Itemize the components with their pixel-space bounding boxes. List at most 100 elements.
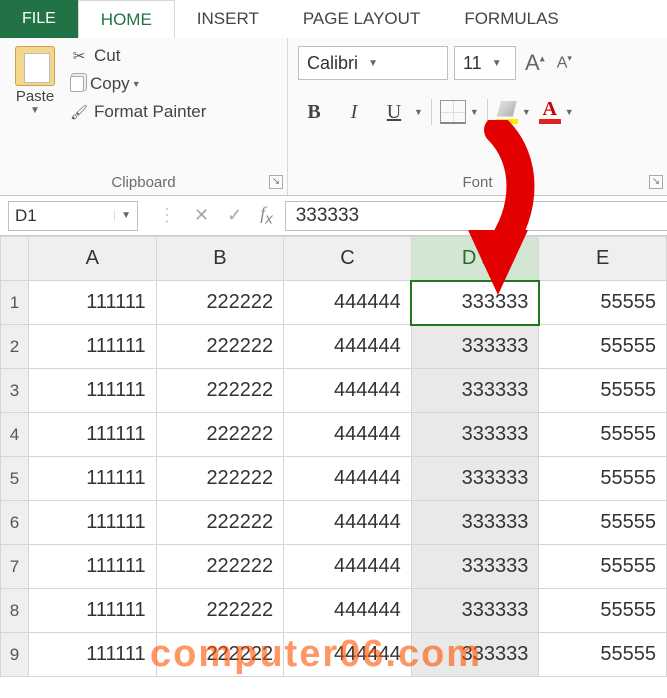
tab-file[interactable]: FILE — [0, 0, 78, 38]
tab-page-layout[interactable]: PAGE LAYOUT — [281, 0, 442, 38]
row-header[interactable]: 3 — [1, 369, 29, 413]
dialog-launcher-icon[interactable]: ↘ — [649, 175, 663, 189]
cell[interactable]: 333333 — [411, 457, 539, 501]
cell[interactable]: 55555 — [539, 457, 667, 501]
cell[interactable]: 222222 — [156, 633, 284, 677]
dialog-launcher-icon[interactable]: ↘ — [269, 175, 283, 189]
chevron-down-icon[interactable]: ▼ — [414, 107, 423, 117]
chevron-down-icon[interactable]: ▼ — [132, 79, 141, 89]
cell[interactable]: 444444 — [284, 457, 412, 501]
tab-insert[interactable]: INSERT — [175, 0, 281, 38]
cell[interactable]: 444444 — [284, 589, 412, 633]
row-header[interactable]: 6 — [1, 501, 29, 545]
cancel-formula-button[interactable]: ✕ — [194, 205, 209, 226]
cell[interactable]: 333333 — [411, 413, 539, 457]
cell[interactable]: 222222 — [156, 589, 284, 633]
formula-bar[interactable]: 333333 — [285, 201, 667, 231]
cell[interactable]: 444444 — [284, 545, 412, 589]
borders-button[interactable] — [440, 100, 466, 124]
font-name-combo[interactable]: Calibri ▼ — [298, 46, 448, 80]
format-painter-button[interactable]: Format Painter — [70, 102, 206, 122]
cell[interactable]: 111111 — [29, 501, 157, 545]
cell[interactable]: 333333 — [411, 369, 539, 413]
chevron-down-icon[interactable]: ▼ — [522, 107, 531, 117]
bucket-icon — [497, 101, 517, 117]
cell[interactable]: 222222 — [156, 545, 284, 589]
font-color-button[interactable]: A — [539, 101, 561, 124]
increase-font-button[interactable]: A▴ — [522, 48, 548, 78]
cell[interactable]: 333333 — [411, 545, 539, 589]
cell[interactable]: 444444 — [284, 281, 412, 325]
cell[interactable]: 55555 — [539, 413, 667, 457]
cut-button[interactable]: Cut — [70, 46, 206, 66]
select-all-corner[interactable] — [1, 237, 29, 281]
chevron-down-icon[interactable]: ▼ — [490, 58, 504, 69]
cell[interactable]: 111111 — [29, 369, 157, 413]
cell[interactable]: 333333 — [411, 325, 539, 369]
copy-button[interactable]: Copy ▼ — [70, 74, 206, 94]
cell[interactable]: 55555 — [539, 369, 667, 413]
row-header[interactable]: 7 — [1, 545, 29, 589]
cell[interactable]: 444444 — [284, 325, 412, 369]
cell[interactable]: 55555 — [539, 589, 667, 633]
cell[interactable]: 55555 — [539, 501, 667, 545]
row-header[interactable]: 2 — [1, 325, 29, 369]
name-box[interactable]: D1 ▼ — [8, 201, 138, 231]
cell[interactable]: 111111 — [29, 413, 157, 457]
column-header-b[interactable]: B — [156, 237, 284, 281]
cell[interactable]: 333333 — [411, 501, 539, 545]
cell[interactable]: 111111 — [29, 325, 157, 369]
cell[interactable]: 222222 — [156, 457, 284, 501]
row-header[interactable]: 9 — [1, 633, 29, 677]
row-header[interactable]: 8 — [1, 589, 29, 633]
chevron-down-icon[interactable]: ▼ — [114, 210, 131, 221]
column-header-d[interactable]: D↓ — [411, 237, 539, 281]
decrease-font-button[interactable]: A▾ — [554, 51, 575, 74]
underline-button[interactable]: U — [378, 98, 410, 126]
row-header[interactable]: 4 — [1, 413, 29, 457]
cell[interactable]: 111111 — [29, 589, 157, 633]
cell[interactable]: 111111 — [29, 545, 157, 589]
cell[interactable]: 55555 — [539, 545, 667, 589]
column-header-e[interactable]: E — [539, 237, 667, 281]
cell[interactable]: 444444 — [284, 501, 412, 545]
chevron-down-icon[interactable]: ▼ — [10, 105, 60, 116]
row-header[interactable]: 5 — [1, 457, 29, 501]
spreadsheet-grid[interactable]: A B C D↓ E 11111112222224444443333335555… — [0, 236, 667, 677]
chevron-down-icon[interactable]: ▼ — [565, 107, 574, 117]
tab-formulas[interactable]: FORMULAS — [442, 0, 580, 38]
table-row: 111111122222244444433333355555 — [1, 281, 667, 325]
cell[interactable]: 222222 — [156, 325, 284, 369]
cell[interactable]: 222222 — [156, 413, 284, 457]
cell[interactable]: 111111 — [29, 633, 157, 677]
insert-function-button[interactable]: fx — [260, 203, 273, 228]
cell[interactable]: 444444 — [284, 413, 412, 457]
paste-button[interactable]: Paste ▼ — [10, 46, 60, 122]
cell[interactable]: 444444 — [284, 633, 412, 677]
row-header[interactable]: 1 — [1, 281, 29, 325]
chevron-down-icon[interactable]: ▼ — [366, 58, 380, 69]
cell[interactable]: 222222 — [156, 369, 284, 413]
chevron-down-icon[interactable]: ▼ — [470, 107, 479, 117]
font-size-value: 11 — [463, 53, 482, 74]
table-row: 211111122222244444433333355555 — [1, 325, 667, 369]
accept-formula-button[interactable]: ✓ — [227, 205, 242, 226]
column-header-c[interactable]: C — [284, 237, 412, 281]
italic-button[interactable]: I — [338, 98, 370, 126]
cell[interactable]: 55555 — [539, 325, 667, 369]
cell[interactable]: 222222 — [156, 501, 284, 545]
column-header-a[interactable]: A — [29, 237, 157, 281]
cell[interactable]: 333333 — [411, 633, 539, 677]
bold-button[interactable]: B — [298, 98, 330, 126]
font-size-combo[interactable]: 11 ▼ — [454, 46, 516, 80]
cell[interactable]: 55555 — [539, 633, 667, 677]
fill-color-button[interactable] — [496, 101, 518, 124]
cell[interactable]: 333333 — [411, 589, 539, 633]
cell[interactable]: 111111 — [29, 281, 157, 325]
cell[interactable]: 222222 — [156, 281, 284, 325]
cell[interactable]: 333333 — [411, 281, 539, 325]
cell[interactable]: 55555 — [539, 281, 667, 325]
cell[interactable]: 444444 — [284, 369, 412, 413]
tab-home[interactable]: HOME — [78, 0, 175, 38]
cell[interactable]: 111111 — [29, 457, 157, 501]
